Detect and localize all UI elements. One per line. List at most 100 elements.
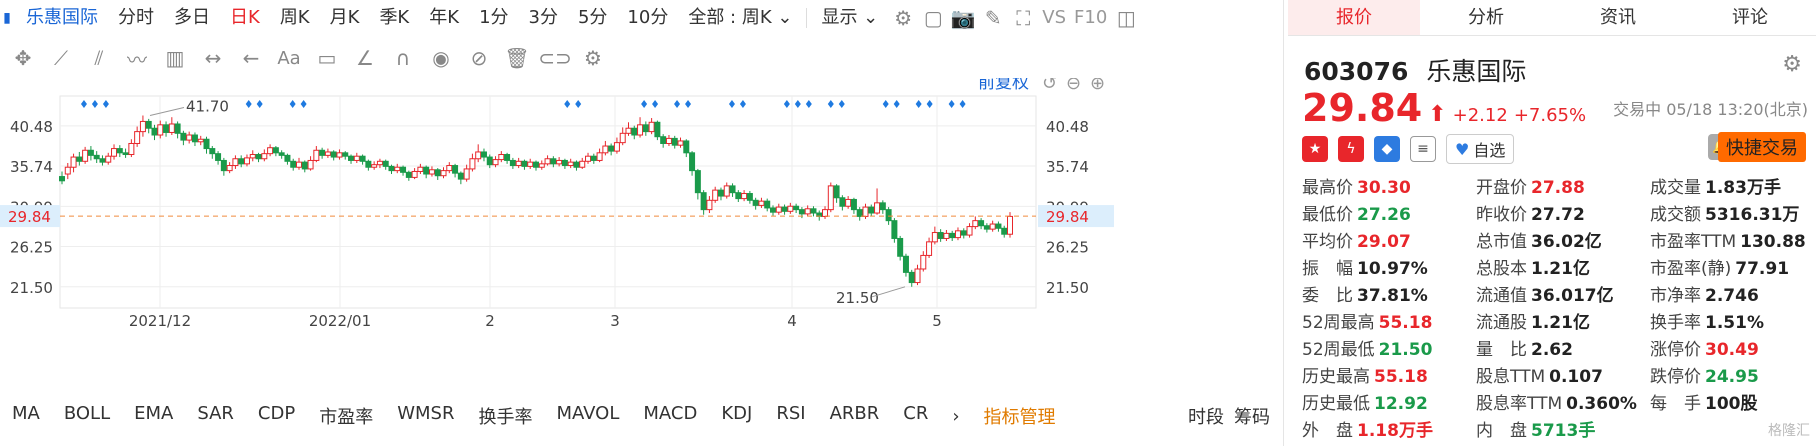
reset-icon[interactable]: ↺ [1042,73,1057,94]
settings-icon[interactable]: ⚙ [888,3,918,33]
eye-icon[interactable]: ◉ [422,43,460,73]
hide-icon[interactable]: ⊘ [460,43,498,73]
x-tick-label: 3 [610,312,620,330]
indicator-item[interactable]: KDJ [709,403,764,429]
measure-tool-icon[interactable]: ↔ [194,43,232,73]
stat-label: 换手率 [1650,313,1701,333]
candle-body [243,157,250,165]
stat-item: 总股本 1.21亿 [1476,257,1650,281]
quick-trade-button[interactable]: 快捷交易 [1718,132,1806,162]
indicator-item[interactable]: MACD [631,403,709,429]
panel-toggle-icon[interactable]: ◫ [1111,3,1141,33]
x-tick-label: 5 [932,312,942,330]
stock-name-tab[interactable]: 乐惠国际 [14,0,108,36]
indicator-item[interactable]: 换手率 [466,403,544,429]
candle-body [544,158,551,165]
candle-body [833,185,840,199]
period-tab[interactable]: 季K [369,0,419,36]
kline-svg[interactable]: 40.4840.4835.7435.7430.9930.9926.2526.25… [0,73,1284,384]
indicator-item[interactable]: ARBR [818,403,892,429]
candle-body [400,166,407,173]
fib-tool-icon[interactable]: ▥ [156,43,194,73]
indicator-item[interactable]: RSI [764,403,817,429]
stat-value: 21.50 [1378,340,1433,360]
grid-menu-icon[interactable]: ▮ [0,3,14,33]
add-watchlist-button[interactable]: ♥ 自选 [1446,134,1515,164]
indicator-manage-button[interactable]: 指标管理 [972,403,1068,429]
panel-tab[interactable]: 报价 [1288,0,1420,35]
adjust-button[interactable]: 前复权 [978,73,1029,93]
arrow-tool-icon[interactable]: ← [232,43,270,73]
tag-icon[interactable]: ◆ [1374,136,1400,162]
indicator-item[interactable]: MAVOL [544,403,631,429]
candle-body [533,161,539,168]
event-marker [882,100,889,108]
y-tick-label-right: 40.48 [1046,118,1089,136]
stat-label: 成交额 [1650,205,1701,225]
move-icon[interactable]: ✥ [4,43,42,73]
range-select[interactable]: 全部 : 周K ⌄ [678,0,802,36]
compare-button[interactable]: VS [1038,0,1070,36]
period-tab[interactable]: 年K [419,0,469,36]
candle-body [556,159,563,165]
trash-icon[interactable]: 🗑 [498,43,536,73]
angle-tool-icon[interactable]: ∠ [346,43,384,73]
period-tab[interactable]: 分时 [108,0,164,36]
wave-tool-icon[interactable]: 〰 [118,43,156,73]
comment-tool-icon[interactable]: ▭ [308,43,346,73]
chips-button[interactable]: 筹码 [1234,403,1270,429]
f10-button[interactable]: F10 [1070,0,1111,36]
candle-body [793,205,800,211]
stat-label: 振 幅 [1302,259,1353,279]
candle-body [70,156,77,168]
stat-value: 0.360% [1566,394,1637,414]
kline-chart[interactable]: 40.4840.4835.7435.7430.9930.9926.2526.25… [0,73,1284,384]
indicator-item[interactable]: 市盈率 [307,403,385,429]
panel-settings-icon[interactable]: ⚙ [1782,52,1802,77]
indicator-item[interactable]: SAR [185,403,246,429]
indicator-more-icon[interactable]: › [940,406,971,427]
period-tab[interactable]: 5分 [568,0,617,36]
indicator-item[interactable]: BOLL [52,403,122,429]
zoom-in-icon[interactable]: ⊕ [1090,73,1105,94]
link-icon[interactable]: ⊂⊃ [536,43,574,73]
period-tab[interactable]: 月K [320,0,370,36]
channel-tool-icon[interactable]: ⫽ [80,43,118,73]
candle-body [64,166,71,175]
line-tool-icon[interactable]: ⟋ [42,43,80,73]
period-tab[interactable]: 1分 [469,0,518,36]
pencil-icon[interactable]: ✎ [978,3,1008,33]
candle-body [874,202,881,214]
period-mode-button[interactable]: 时段 [1188,403,1224,429]
candle-body [585,155,592,162]
period-tab[interactable]: 周K [270,0,320,36]
magnet-icon[interactable]: ∩ [384,43,422,73]
display-menu[interactable]: 显示 ⌄ [811,0,888,36]
stat-item: 总市值 36.02亿 [1476,230,1650,254]
text-tool-icon[interactable]: Aa [270,43,308,73]
panel-tab[interactable]: 分析 [1420,0,1552,35]
camera-icon[interactable]: 📷 [948,3,978,33]
candle-body [151,127,158,136]
period-tab[interactable]: 日K [220,0,270,36]
indicator-item[interactable]: WMSR [385,403,466,429]
panel-tab[interactable]: 评论 [1684,0,1816,35]
panel-tab[interactable]: 资讯 [1552,0,1684,35]
candle-body [926,241,933,256]
lightning-icon[interactable]: ϟ [1338,136,1364,162]
period-tab[interactable]: 3分 [519,0,568,36]
zoom-out-icon[interactable]: ⊖ [1066,73,1081,94]
indicator-bar: MA BOLL EMA SAR CDP 市盈率 WMSR 换手率 MAVOL MACD KDJ RSI… [0,398,1284,434]
candle-body [908,271,915,284]
indicator-item[interactable]: CDP [246,403,307,429]
period-tab[interactable]: 多日 [164,0,220,36]
indicator-item[interactable]: MA [0,403,52,429]
notes-icon[interactable]: ≡ [1410,136,1436,162]
period-tab[interactable]: 10分 [617,0,678,36]
indicator-item[interactable]: CR [891,403,940,429]
square-icon[interactable]: ▢ [918,3,948,33]
indicator-item[interactable]: EMA [122,403,185,429]
gear-small-icon[interactable]: ⚙ [574,43,612,73]
fullscreen-icon[interactable]: ⛶ [1008,3,1038,33]
stat-value: 0.107 [1549,367,1603,387]
